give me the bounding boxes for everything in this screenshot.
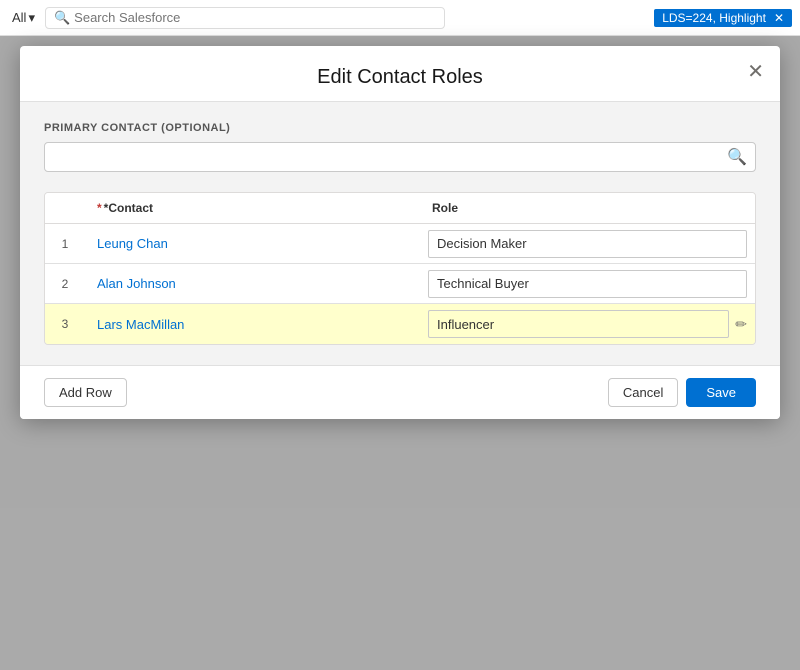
modal-body: PRIMARY CONTACT (OPTIONAL) 🔍 **Contact R… — [20, 102, 780, 365]
search-icon: 🔍 — [54, 10, 70, 26]
table-row: 2 Alan Johnson — [45, 264, 755, 304]
table-header: **Contact Role — [45, 193, 755, 224]
topbar-all-label: All — [12, 10, 26, 25]
row-2-role-input[interactable] — [428, 270, 747, 298]
col-contact-header: **Contact — [85, 193, 420, 223]
contacts-table: **Contact Role 1 Leung Chan 2 Alan Johns… — [44, 192, 756, 345]
row-2-contact[interactable]: Alan Johnson — [85, 268, 420, 299]
primary-contact-label: PRIMARY CONTACT (OPTIONAL) — [44, 122, 756, 134]
cancel-button[interactable]: Cancel — [608, 378, 678, 407]
row-1-role-input[interactable] — [428, 230, 747, 258]
primary-contact-search-input[interactable] — [53, 150, 727, 165]
topbar-all-dropdown[interactable]: All ▾ — [8, 10, 39, 26]
row-1-role-cell — [420, 226, 755, 262]
topbar-highlight-badge: LDS=224, Highlight ✕ — [654, 9, 792, 27]
row-3-role-cell: ✏ — [420, 306, 755, 342]
modal-overlay: Edit Contact Roles ✕ PRIMARY CONTACT (OP… — [0, 36, 800, 670]
row-1-contact[interactable]: Leung Chan — [85, 228, 420, 259]
table-row: 1 Leung Chan — [45, 224, 755, 264]
modal-header: Edit Contact Roles ✕ — [20, 46, 780, 102]
row-3-role-input[interactable] — [428, 310, 729, 338]
row-2-num: 2 — [45, 269, 85, 299]
primary-contact-search-box[interactable]: 🔍 — [44, 142, 756, 172]
topbar-search-input[interactable] — [74, 10, 436, 25]
topbar: All ▾ 🔍 LDS=224, Highlight ✕ — [0, 0, 800, 36]
col-contact-label: *Contact — [104, 201, 153, 215]
modal-title: Edit Contact Roles — [44, 66, 756, 89]
row-3-num: 3 — [45, 309, 85, 339]
chevron-down-icon: ▾ — [28, 10, 35, 26]
add-row-button[interactable]: Add Row — [44, 378, 127, 407]
topbar-search-box[interactable]: 🔍 — [45, 7, 445, 29]
close-icon[interactable]: ✕ — [774, 11, 784, 25]
row-3-contact[interactable]: Lars MacMillan — [85, 309, 420, 340]
edit-contact-roles-modal: Edit Contact Roles ✕ PRIMARY CONTACT (OP… — [20, 46, 780, 419]
table-row: 3 Lars MacMillan ✏ — [45, 304, 755, 344]
modal-footer: Add Row Cancel Save — [20, 365, 780, 419]
row-2-role-cell — [420, 266, 755, 302]
row-1-num: 1 — [45, 229, 85, 259]
edit-icon[interactable]: ✏ — [735, 316, 747, 333]
col-role-header: Role — [420, 193, 755, 223]
primary-contact-search-icon[interactable]: 🔍 — [727, 147, 747, 167]
required-star: * — [97, 201, 102, 215]
footer-actions: Cancel Save — [608, 378, 756, 407]
save-button[interactable]: Save — [686, 378, 756, 407]
modal-close-button[interactable]: ✕ — [747, 62, 764, 82]
topbar-highlight-label: LDS=224, Highlight — [662, 11, 766, 25]
col-num-header — [45, 193, 85, 223]
